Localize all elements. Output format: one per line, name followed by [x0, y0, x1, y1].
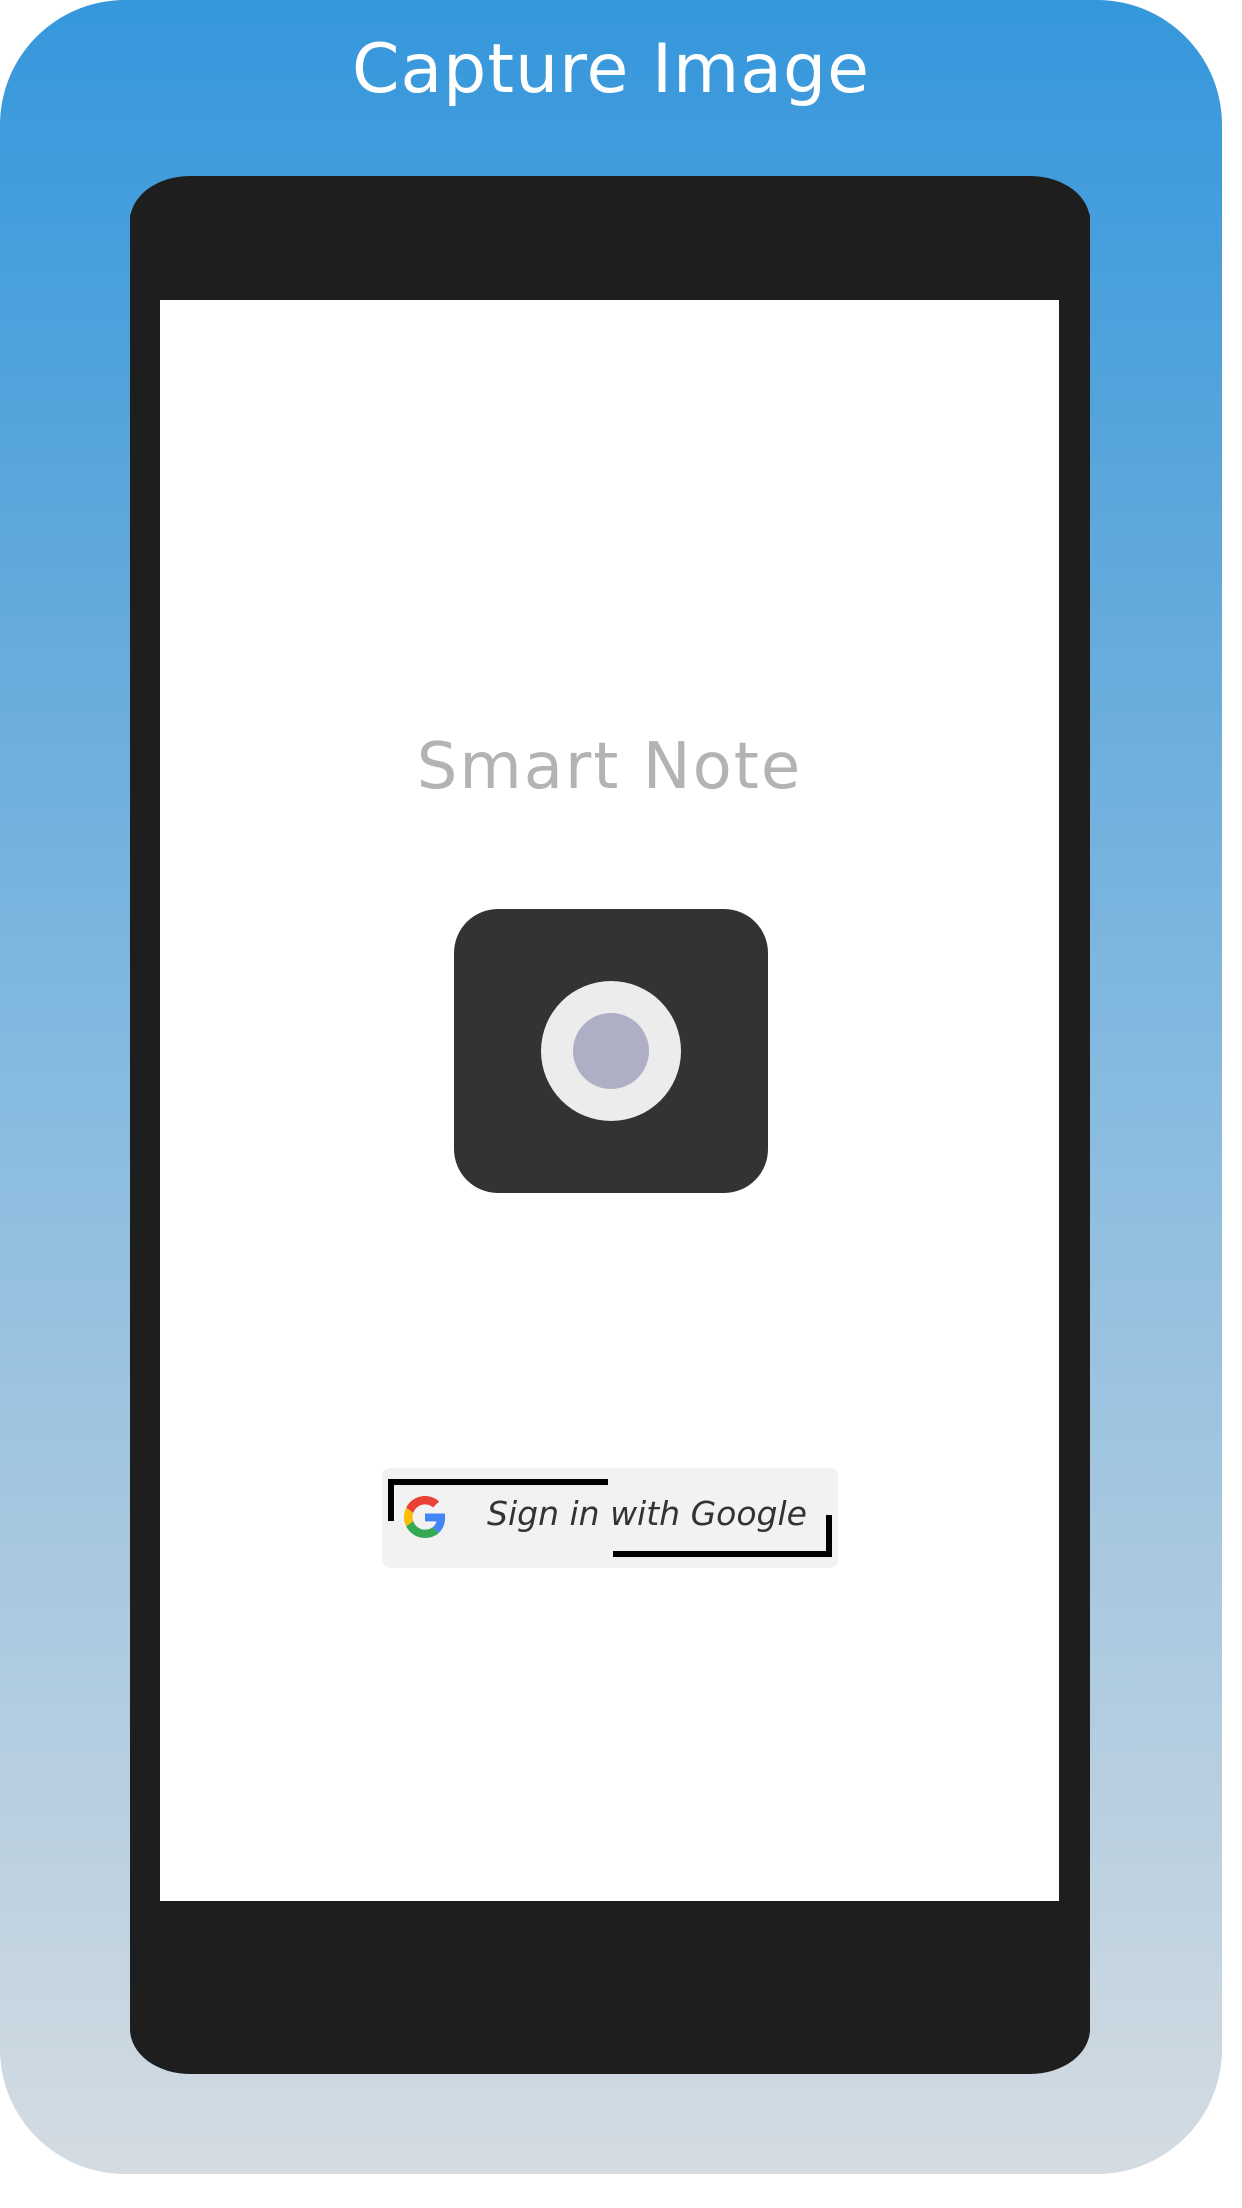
page-background: Capture Image Smart Note Sign in with Go…	[0, 0, 1222, 2174]
google-g-icon	[404, 1496, 446, 1538]
focus-bracket-bottom-right-vertical	[826, 1515, 832, 1557]
google-sign-in-label: Sign in with Google	[487, 1494, 807, 1533]
phone-screen: Smart Note Sign in with Google	[160, 300, 1059, 1901]
google-sign-in-button[interactable]: Sign in with Google	[382, 1468, 838, 1568]
app-title: Smart Note	[416, 730, 803, 804]
camera-lens-icon	[573, 1013, 649, 1089]
focus-bracket-bottom-right	[613, 1551, 832, 1557]
focus-bracket-top-left	[388, 1479, 608, 1485]
phone-frame-top	[130, 176, 1090, 296]
camera-icon	[541, 981, 681, 1121]
focus-bracket-top-left-vertical	[388, 1479, 394, 1521]
page-title: Capture Image	[352, 30, 870, 109]
camera-capture-button[interactable]	[454, 909, 768, 1193]
